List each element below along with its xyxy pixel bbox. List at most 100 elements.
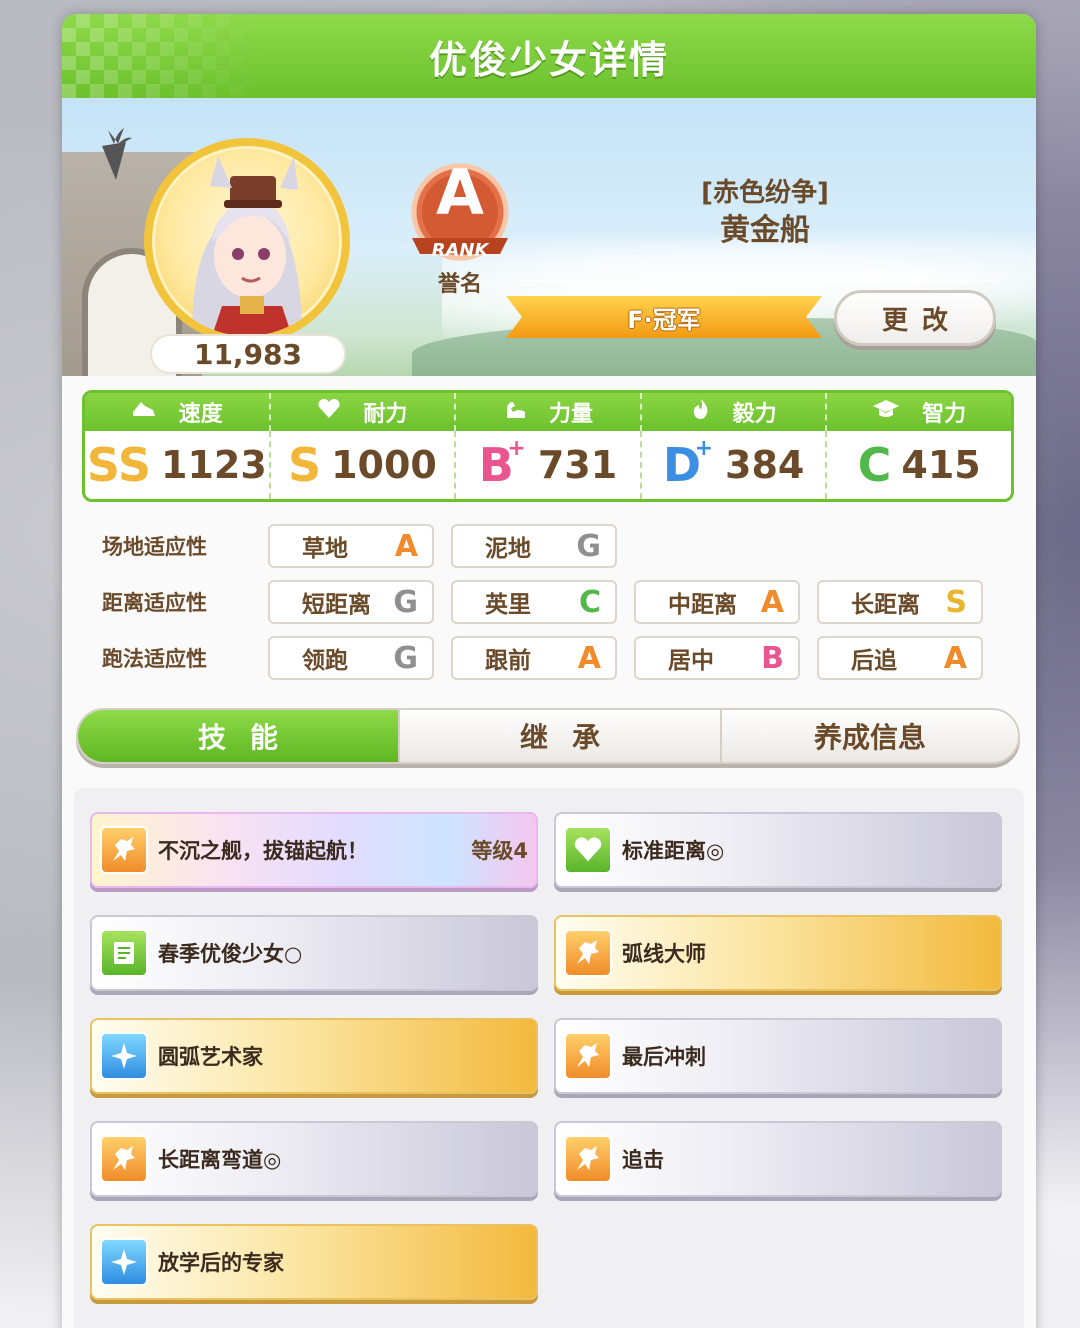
aptitude-label: 距离适应性 xyxy=(102,591,207,615)
sparkle-icon xyxy=(100,1032,148,1080)
aptitude-distance-row: 距离适应性 短距离 G 英里 C 中距离 A 长距离 S xyxy=(102,580,1000,624)
rank-word: RANK xyxy=(431,240,489,261)
skill-name: 长距离弯道◎ xyxy=(158,1148,282,1172)
stat-header-wisdom: 智力 xyxy=(827,393,1011,431)
skill-level: 等级4 xyxy=(471,839,528,863)
shoe-icon xyxy=(131,398,157,426)
skill-item[interactable]: 标准距离◎ xyxy=(554,812,1002,888)
aptitude-grade: G xyxy=(393,584,418,620)
aptitude-grade: S xyxy=(945,584,967,620)
aptitude-grade: C xyxy=(578,584,601,620)
aptitude-label: 跑法适应性 xyxy=(102,647,207,671)
stat-header-power: 力量 xyxy=(456,393,642,431)
running-horse-icon xyxy=(100,1135,148,1183)
tab-training-info[interactable]: 养成信息 xyxy=(722,710,1018,762)
stat-header-guts: 毅力 xyxy=(642,393,828,431)
stat-grade: D + xyxy=(662,436,713,492)
stats-value-row: SS 1123 S 1000 B + 731 D + 384 C 415 xyxy=(85,431,1011,499)
aptitude-chip: 长距离 S xyxy=(817,580,983,624)
aptitude-chip: 后追 A xyxy=(817,636,983,680)
character-name: 黄金船 xyxy=(720,213,810,248)
skill-name: 放学后的专家 xyxy=(158,1251,284,1275)
skills-list: 不沉之舰，拔锚起航！ 等级4 标准距离◎ 春季优俊少女○ 弧线大师 圆弧艺术家 … xyxy=(74,788,1024,1328)
stat-value: 1123 xyxy=(161,443,267,487)
skill-item[interactable]: 圆弧艺术家 xyxy=(90,1018,538,1094)
stats-table: 速度 耐力 力量 毅力 智力 SS 1123 S 1000 B + 731 D … xyxy=(82,390,1014,502)
skill-item[interactable]: 不沉之舰，拔锚起航！ 等级4 xyxy=(90,812,538,888)
character-avatar-icon xyxy=(192,156,302,336)
rank-caption: 誉名 xyxy=(437,272,482,297)
stat-grade: SS xyxy=(86,438,152,492)
character-epithet: [赤色纷争] 黄金船 xyxy=(622,174,908,250)
stat-grade: B + xyxy=(478,436,526,492)
stat-speed: SS 1123 xyxy=(85,431,271,499)
aptitude-chip: 领跑 G xyxy=(268,636,434,680)
grade-plus: + xyxy=(694,436,713,461)
skill-name: 不沉之舰，拔锚起航！ xyxy=(158,839,368,863)
panel-header: 优俊少女详情 xyxy=(62,14,1036,98)
rank-letter: A xyxy=(436,156,484,229)
stat-grade: C xyxy=(857,438,892,492)
skill-item[interactable]: 最后冲刺 xyxy=(554,1018,1002,1094)
character-portrait[interactable] xyxy=(144,138,350,344)
skill-name: 最后冲刺 xyxy=(622,1045,706,1069)
aptitude-chip: 中距离 A xyxy=(634,580,800,624)
hero-banner: 11,983 A RANK 誉名 [赤色纷争] 黄金船 F·冠军 更改 xyxy=(62,98,1036,376)
aptitude-grade: G xyxy=(576,528,601,564)
aptitude-chip: 跟前 A xyxy=(451,636,617,680)
aptitude-chip: 泥地 G xyxy=(451,524,617,568)
skill-item[interactable]: 春季优俊少女○ xyxy=(90,915,538,991)
grade-plus: + xyxy=(507,436,526,461)
stat-header-speed: 速度 xyxy=(85,393,271,431)
stat-header-stamina: 耐力 xyxy=(271,393,457,431)
sparkle-icon xyxy=(100,1238,148,1286)
aptitude-chip: 居中 B xyxy=(634,636,800,680)
stats-header-row: 速度 耐力 力量 毅力 智力 xyxy=(85,393,1011,431)
skill-name: 追击 xyxy=(622,1148,664,1172)
stat-value: 415 xyxy=(901,443,981,487)
skill-name: 标准距离◎ xyxy=(622,839,725,863)
tab-inheritance[interactable]: 继承 xyxy=(400,710,722,762)
heart-icon xyxy=(317,398,341,426)
stat-value: 384 xyxy=(725,443,805,487)
aptitude-strategy-row: 跑法适应性 领跑 G 跟前 A 居中 B 后追 A xyxy=(102,636,1000,680)
stat-stamina: S 1000 xyxy=(271,431,457,499)
skill-name: 弧线大师 xyxy=(622,942,706,966)
tab-skills[interactable]: 技能 xyxy=(78,710,400,762)
stat-value: 1000 xyxy=(331,443,437,487)
change-title-button[interactable]: 更改 xyxy=(834,290,996,346)
header-pattern xyxy=(62,14,262,98)
skill-item[interactable]: 长距离弯道◎ xyxy=(90,1121,538,1197)
carrot-icon xyxy=(102,128,132,180)
aptitude-grade: G xyxy=(393,640,418,676)
document-icon xyxy=(100,929,148,977)
skill-item[interactable]: 弧线大师 xyxy=(554,915,1002,991)
stat-value: 731 xyxy=(537,443,618,487)
aptitude-label: 场地适应性 xyxy=(102,535,207,559)
hero-divider xyxy=(516,280,996,282)
graduation-cap-icon xyxy=(872,398,900,426)
aptitude-grade: A xyxy=(943,640,967,676)
title-ribbon-text: F·冠军 xyxy=(627,305,701,334)
skill-item[interactable]: 追击 xyxy=(554,1121,1002,1197)
stat-power: B + 731 xyxy=(456,431,642,499)
skill-item[interactable]: 放学后的专家 xyxy=(90,1224,538,1300)
running-horse-icon xyxy=(564,1032,612,1080)
fan-count: 11,983 xyxy=(150,334,346,374)
aptitude-grade: A xyxy=(394,528,418,564)
stat-guts: D + 384 xyxy=(642,431,828,499)
title-ribbon: F·冠军 xyxy=(506,294,822,340)
skill-name: 春季优俊少女○ xyxy=(158,942,303,966)
stat-wisdom: C 415 xyxy=(827,431,1011,499)
aptitude-chip: 草地 A xyxy=(268,524,434,568)
aptitude-chip: 短距离 G xyxy=(268,580,434,624)
character-detail-panel: 优俊少女详情 11,983 A RANK 誉名 [赤色纷争] 黄金船 F·冠军 … xyxy=(62,14,1036,1328)
aptitude-chip: 英里 C xyxy=(451,580,617,624)
stat-grade: S xyxy=(287,438,322,492)
aptitude-grade: B xyxy=(761,640,784,676)
aptitude-track-row: 场地适应性 草地 A 泥地 G xyxy=(102,524,634,568)
aptitude-grade: A xyxy=(577,640,601,676)
running-horse-icon xyxy=(564,1135,612,1183)
epithet-text: [赤色纷争] xyxy=(701,178,829,208)
running-horse-icon xyxy=(100,826,148,874)
